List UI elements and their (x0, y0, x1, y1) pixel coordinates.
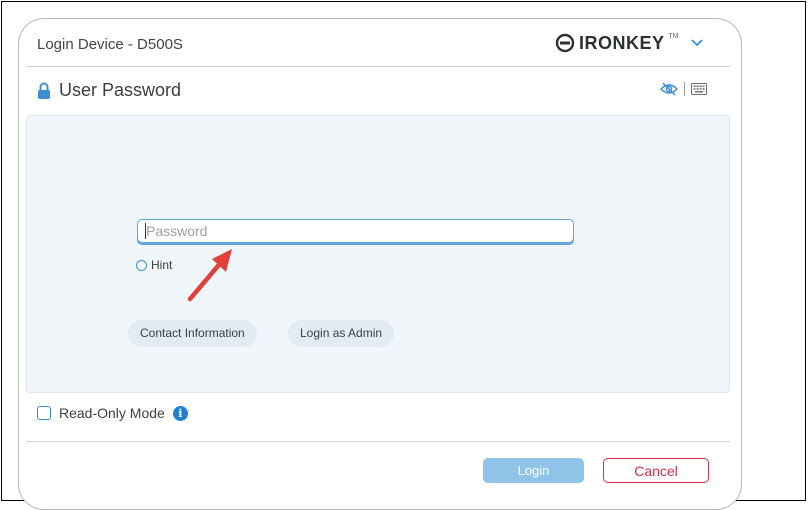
text-cursor (145, 223, 146, 239)
cancel-button[interactable]: Cancel (603, 458, 709, 483)
trademark: TM (668, 33, 679, 40)
hint-radio[interactable] (136, 259, 147, 271)
brand-logo[interactable]: IRONKEY TM (555, 28, 703, 58)
section-title: User Password (59, 80, 182, 100)
red-arrow-annotation (187, 249, 232, 302)
hint-label: Hint (151, 258, 173, 272)
keyboard-icon[interactable] (691, 83, 707, 95)
password-panel (26, 115, 730, 393)
key-logo-icon (555, 33, 575, 53)
input-tools (660, 82, 707, 96)
login-as-admin-button[interactable]: Login as Admin (288, 320, 395, 347)
chevron-down-icon[interactable] (690, 39, 703, 47)
read-only-mode: Read-Only Mode i (37, 405, 188, 421)
contact-information-button[interactable]: Contact Information (128, 320, 257, 347)
window-title: Login Device - D500S (37, 36, 183, 53)
header-divider (26, 66, 730, 67)
brand-name: IRONKEY (579, 32, 665, 53)
hint-option[interactable]: Hint (136, 258, 172, 272)
eye-slash-icon[interactable] (660, 82, 678, 96)
password-input[interactable] (137, 219, 574, 243)
read-only-label: Read-Only Mode (59, 405, 165, 421)
login-button[interactable]: Login (483, 458, 584, 483)
footer-divider (26, 441, 730, 442)
read-only-checkbox[interactable] (37, 406, 51, 420)
info-icon[interactable]: i (172, 405, 188, 421)
tools-separator (684, 82, 685, 96)
lock-icon (38, 82, 50, 99)
section-header: User Password (37, 80, 181, 101)
